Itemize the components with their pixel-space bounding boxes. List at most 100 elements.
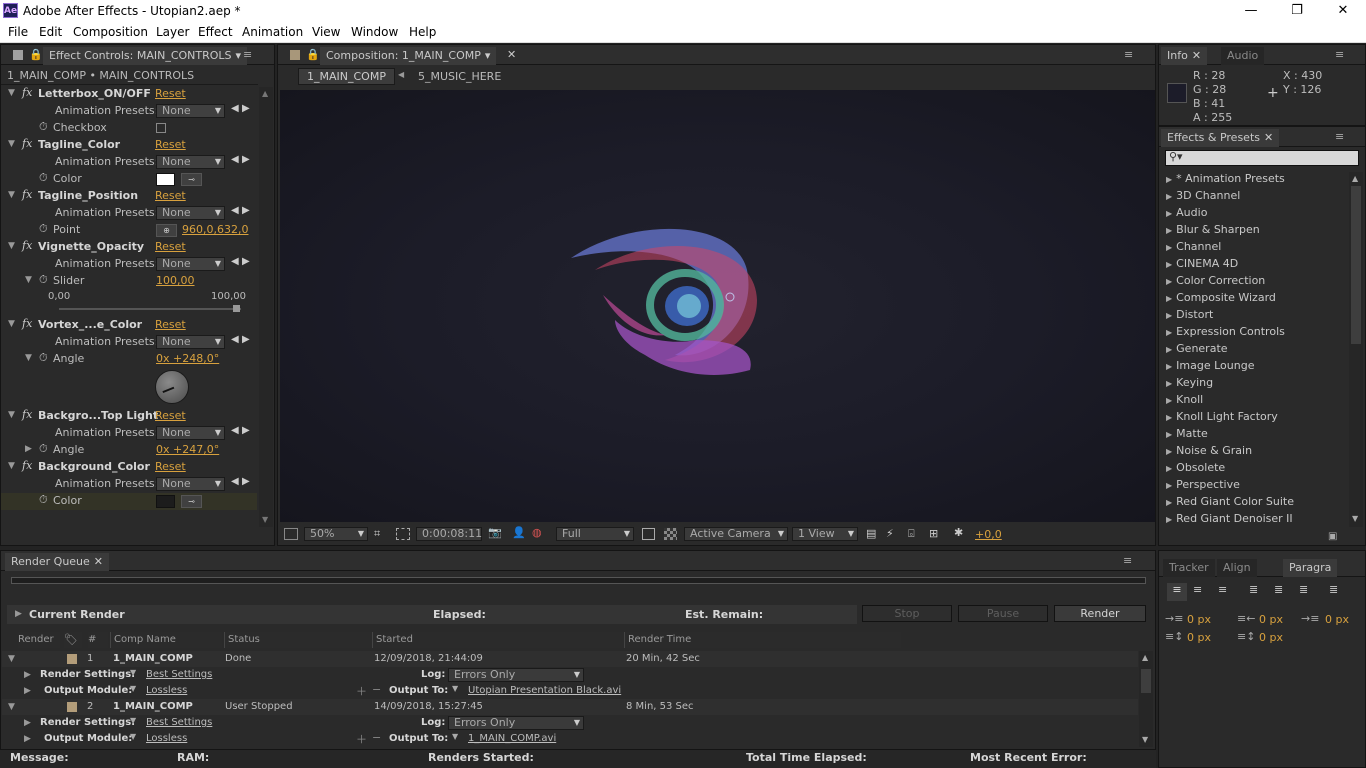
category-red-giant-denoiser[interactable]: ▶ Red Giant Denoiser II [1166, 512, 1346, 529]
expand-triangle-icon[interactable]: ▼ [8, 461, 15, 471]
expand-triangle-icon[interactable]: ▶ [1166, 328, 1172, 337]
stopwatch-icon[interactable]: ⏱ [39, 222, 48, 236]
slider-value[interactable]: 100,00 [156, 274, 195, 287]
angle-value[interactable]: 0x +247,0° [156, 443, 219, 456]
reset-link[interactable]: Reset [155, 460, 186, 473]
category-channel[interactable]: ▶ Channel [1166, 240, 1346, 257]
tab-align[interactable]: Align [1217, 559, 1257, 577]
effect-controls-scrollbar[interactable]: ▲ ▼ [259, 87, 273, 527]
crosshair-icon[interactable]: ⊕ [156, 224, 177, 237]
expand-triangle-icon[interactable]: ▶ [24, 686, 31, 696]
dropdown-arrow-icon[interactable]: ▼ [130, 684, 136, 693]
expand-triangle-icon[interactable]: ▼ [25, 275, 32, 285]
panel-menu-icon[interactable]: ≡ [1335, 130, 1349, 143]
category-3d-channel[interactable]: ▶ 3D Channel [1166, 189, 1346, 206]
scroll-up-icon[interactable]: ▲ [1352, 174, 1358, 183]
close-tab-icon[interactable]: ✕ [1264, 131, 1273, 144]
flowchart-tab-main[interactable]: 1_MAIN_COMP [298, 68, 395, 85]
tab-paragraph[interactable]: Paragra [1283, 559, 1338, 577]
menu-animation[interactable]: Animation [242, 25, 303, 39]
slider-track[interactable] [59, 308, 241, 310]
expand-triangle-icon[interactable]: ▶ [24, 734, 31, 744]
justify-last-left-icon[interactable]: ≣ [1249, 583, 1258, 596]
fx-icon[interactable]: fx [22, 459, 32, 472]
scroll-up-icon[interactable]: ▲ [1142, 653, 1148, 662]
expand-triangle-icon[interactable]: ▶ [15, 609, 22, 619]
scroll-down-icon[interactable]: ▼ [1142, 735, 1148, 744]
align-center-icon[interactable]: ≡ [1193, 583, 1202, 596]
scroll-down-icon[interactable]: ▼ [262, 515, 268, 524]
reset-link[interactable]: Reset [155, 138, 186, 151]
fit-icon[interactable]: ⌗ [374, 527, 380, 541]
expand-triangle-icon[interactable]: ▼ [8, 654, 15, 664]
effects-search-input[interactable] [1192, 151, 1356, 165]
reset-link[interactable]: Reset [155, 87, 186, 100]
prev-preset-icon[interactable]: ◀ [231, 103, 239, 114]
tab-render-queue[interactable]: Render Queue ✕ [5, 553, 110, 571]
fx-icon[interactable]: fx [22, 188, 32, 201]
presets-dropdown[interactable]: None ▼ [156, 104, 225, 118]
timeline-icon[interactable]: ⌻ [908, 527, 915, 541]
show-snapshot-icon[interactable]: 👤 [512, 526, 526, 539]
menu-window[interactable]: Window [351, 25, 398, 39]
resolution-dropdown[interactable]: Full ▼ [556, 527, 634, 541]
menu-view[interactable]: View [312, 25, 340, 39]
category-knoll-light-factory[interactable]: ▶ Knoll Light Factory [1166, 410, 1346, 427]
expand-triangle-icon[interactable]: ▶ [1166, 481, 1172, 490]
expand-triangle-icon[interactable]: ▼ [8, 241, 15, 251]
expand-triangle-icon[interactable]: ▶ [24, 718, 31, 728]
expand-triangle-icon[interactable]: ▶ [1166, 277, 1172, 286]
lock-icon[interactable]: 🔒 [306, 48, 320, 61]
reset-link[interactable]: Reset [155, 409, 186, 422]
category-noise-grain[interactable]: ▶ Noise & Grain [1166, 444, 1346, 461]
expand-triangle-icon[interactable]: ▼ [8, 410, 15, 420]
fast-previews-icon[interactable] [642, 528, 655, 540]
next-preset-icon[interactable]: ▶ [242, 103, 250, 114]
expand-triangle-icon[interactable]: ▶ [1166, 192, 1172, 201]
col-number[interactable]: # [88, 632, 108, 648]
expand-triangle-icon[interactable]: ▶ [1166, 345, 1172, 354]
expand-triangle-icon[interactable]: ▶ [1166, 294, 1172, 303]
prev-preset-icon[interactable]: ◀ [231, 205, 239, 216]
render-settings-value[interactable]: Best Settings [146, 717, 212, 728]
label-color-swatch[interactable] [67, 654, 77, 664]
flowchart-icon[interactable]: ⊞ [929, 527, 938, 540]
tab-effect-controls[interactable]: Effect Controls: MAIN_CONTROLS ▾ [43, 47, 248, 65]
expand-triangle-icon[interactable]: ▼ [8, 702, 15, 712]
prev-preset-icon[interactable]: ◀ [231, 425, 239, 436]
minimize-button[interactable]: — [1228, 0, 1274, 22]
transparency-grid-icon[interactable] [664, 528, 677, 540]
menu-file[interactable]: File [8, 25, 28, 39]
fx-icon[interactable]: fx [22, 408, 32, 421]
panel-menu-icon[interactable]: ≡ [1335, 48, 1349, 61]
label-color-swatch[interactable] [67, 702, 77, 712]
eyedropper-icon[interactable]: ⊸ [181, 495, 202, 508]
category-distort[interactable]: ▶ Distort [1166, 308, 1346, 325]
next-preset-icon[interactable]: ▶ [242, 256, 250, 267]
add-output-module-icon[interactable]: ＋ [356, 731, 367, 747]
expand-triangle-icon[interactable]: ▶ [1166, 362, 1172, 371]
category-obsolete[interactable]: ▶ Obsolete [1166, 461, 1346, 478]
col-comp-name[interactable]: Comp Name [110, 632, 222, 648]
dropdown-arrow-icon[interactable]: ▼ [452, 684, 458, 693]
new-folder-icon[interactable]: ▣ [1328, 531, 1337, 542]
category-blur-sharpen[interactable]: ▶ Blur & Sharpen [1166, 223, 1346, 240]
category-animation-presets[interactable]: ▶ * Animation Presets [1166, 172, 1346, 189]
first-line-indent-value[interactable]: 0 px [1325, 613, 1349, 626]
stopwatch-icon[interactable]: ⏱ [39, 442, 48, 456]
region-of-interest-icon[interactable] [396, 528, 410, 540]
col-render-time[interactable]: Render Time [624, 632, 901, 648]
render-item-2[interactable]: ▼ 2 1_MAIN_COMP User Stopped 14/09/2018,… [2, 699, 1138, 715]
reset-link[interactable]: Reset [155, 240, 186, 253]
dropdown-arrow-icon[interactable]: ▾ [236, 49, 242, 62]
expand-triangle-icon[interactable]: ▶ [1166, 413, 1172, 422]
presets-dropdown[interactable]: None ▼ [156, 155, 225, 169]
expand-triangle-icon[interactable]: ▶ [1166, 379, 1172, 388]
color-swatch[interactable] [156, 495, 175, 508]
angle-value[interactable]: 0x +248,0° [156, 352, 219, 365]
fx-icon[interactable]: fx [22, 86, 32, 99]
menu-layer[interactable]: Layer [156, 25, 189, 39]
exposure-value[interactable]: +0,0 [975, 528, 1002, 541]
category-generate[interactable]: ▶ Generate [1166, 342, 1346, 359]
stopwatch-icon[interactable]: ⏱ [39, 171, 48, 185]
